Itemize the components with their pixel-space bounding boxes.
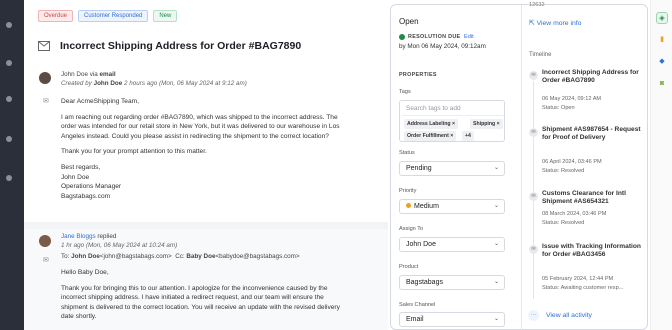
message-meta: Created by John Doe 2 hours ago (Mon, 06… <box>61 80 247 87</box>
rail-item-icon[interactable] <box>6 96 12 102</box>
tags-label: Tags <box>399 89 411 95</box>
ticket-details-panel: Open RESOLUTION DUE Edit by Mon 06 May 2… <box>390 2 648 330</box>
rail-item-icon[interactable] <box>6 60 12 66</box>
timeline-item-title[interactable]: Shipment #AS987654 - Request for Proof o… <box>542 126 642 142</box>
timeline-item-date: 06 May 2024, 09:12 AM <box>542 96 602 102</box>
due-status-icon <box>399 34 405 40</box>
status-header: Open <box>399 17 419 26</box>
sales-channel-label: Sales Channel <box>399 302 436 308</box>
timeline-item-status: Status: Resolved <box>542 168 585 174</box>
avatar <box>39 235 51 247</box>
email-icon <box>38 41 50 51</box>
tag-chip[interactable]: Order Fulfillment × <box>404 131 457 141</box>
customer-responded-badge: Customer Responded <box>78 10 149 22</box>
email-icon: ✉ <box>43 98 49 105</box>
priority-label: Priority <box>399 188 417 194</box>
view-more-info-link[interactable]: ⇱ View more info <box>529 19 581 27</box>
new-badge: New <box>153 10 178 22</box>
rail-item-icon[interactable] <box>6 22 12 28</box>
chevron-down-icon: ⌄ <box>493 203 499 209</box>
ticket-id: 12632 <box>529 2 545 8</box>
app-rail <box>0 0 24 330</box>
properties-heading: PROPERTIES <box>399 72 437 78</box>
external-link-icon: ⇱ <box>529 20 535 27</box>
email-icon: ✉ <box>529 192 538 201</box>
rail-item-icon[interactable] <box>6 136 12 142</box>
assign-label: Assign To <box>399 226 424 232</box>
timeline-item-date: 05 February 2024, 12:44 PM <box>542 276 614 282</box>
timeline-item-title[interactable]: Incorrect Shipping Address for Order #BA… <box>542 69 642 85</box>
chevron-down-icon: ⌄ <box>493 279 499 285</box>
timeline-item-status: Status: Resolved <box>542 220 585 226</box>
priority-dot-icon <box>406 203 411 208</box>
sales-channel-select[interactable]: Email ⌄ <box>399 312 505 327</box>
tag-chip[interactable]: Shipping × <box>470 119 503 129</box>
ticket-title: Incorrect Shipping Address for Order #BA… <box>60 40 302 52</box>
email-icon: ✉ <box>43 257 49 264</box>
tag-chip[interactable]: Address Labeling × <box>404 119 459 129</box>
priority-select[interactable]: Medium ⌄ <box>399 199 505 214</box>
edit-due-link[interactable]: Edit <box>464 34 474 40</box>
chevron-down-icon: ⌄ <box>493 241 499 247</box>
product-select[interactable]: Bagstabags ⌄ <box>399 275 505 290</box>
status-select[interactable]: Pending ⌄ <box>399 161 505 176</box>
timeline-item-date: 06 April 2024, 03:46 PM <box>542 159 602 165</box>
reply-time: 1 hr ago (Mon, 06 May 2024 at 10:24 am) <box>61 242 178 249</box>
due-value: by Mon 06 May 2024, 09:12am <box>399 43 486 50</box>
email-icon: ✉ <box>529 128 538 137</box>
product-label: Product <box>399 264 419 270</box>
email-icon: ✉ <box>529 71 538 80</box>
chevron-down-icon: ⌄ <box>493 316 499 322</box>
timeline-item-status: Status: Awaiting customer resp... <box>542 285 624 291</box>
avatar <box>39 72 51 84</box>
shield-icon[interactable]: ◈ <box>656 12 668 24</box>
tags-divider <box>402 115 504 116</box>
rail-item-icon[interactable] <box>6 175 12 181</box>
timeline-line <box>533 81 534 299</box>
conversation-pane: Overdue Customer Responded New Incorrect… <box>24 0 388 330</box>
chat-icon[interactable]: ◙ <box>656 78 668 90</box>
timeline-item-title[interactable]: Issue with Tracking Information for Orde… <box>542 243 642 259</box>
status-label: Status <box>399 150 415 156</box>
more-icon: ··· <box>528 310 539 321</box>
diamond-icon[interactable]: ◆ <box>656 56 668 68</box>
app-icon-strip: ◈ ▮ ◆ ◙ <box>650 0 672 330</box>
ticket-badges: Overdue Customer Responded New <box>38 10 178 22</box>
tags-search-input[interactable]: Search tags to add <box>406 105 461 112</box>
assignee-select[interactable]: John Doe ⌄ <box>399 237 505 252</box>
timeline-item-date: 08 March 2024, 03:46 PM <box>542 211 607 217</box>
timeline-item-title[interactable]: Customs Clearance for Intl Shipment #AS6… <box>542 190 642 206</box>
timeline-heading: Timeline <box>529 52 552 58</box>
bookmark-icon[interactable]: ▮ <box>656 34 668 46</box>
email-icon: ✉ <box>529 245 538 254</box>
panel-divider <box>521 5 522 330</box>
resolution-due-label: RESOLUTION DUE <box>408 34 461 40</box>
view-all-activity-link[interactable]: View all activity <box>546 312 592 319</box>
overdue-badge: Overdue <box>38 10 74 22</box>
reply-recipients: To: John Doe<john@bagstabags.com> Cc: Ba… <box>61 253 300 260</box>
reply-author: Jane Bloggs replied <box>61 233 117 240</box>
timeline-item-status: Status: Open <box>542 105 575 111</box>
chevron-down-icon: ⌄ <box>493 165 499 171</box>
more-tags-chip[interactable]: +4 <box>462 131 474 141</box>
tags-field[interactable]: Search tags to add Address Labeling × Sh… <box>399 100 505 142</box>
reply-body: Hello Baby Doe, Thank you for bringing t… <box>61 269 340 321</box>
message-body: Dear AcmeShipping Team, I am reaching ou… <box>61 98 340 200</box>
message-author: John Doe via email <box>61 71 116 78</box>
